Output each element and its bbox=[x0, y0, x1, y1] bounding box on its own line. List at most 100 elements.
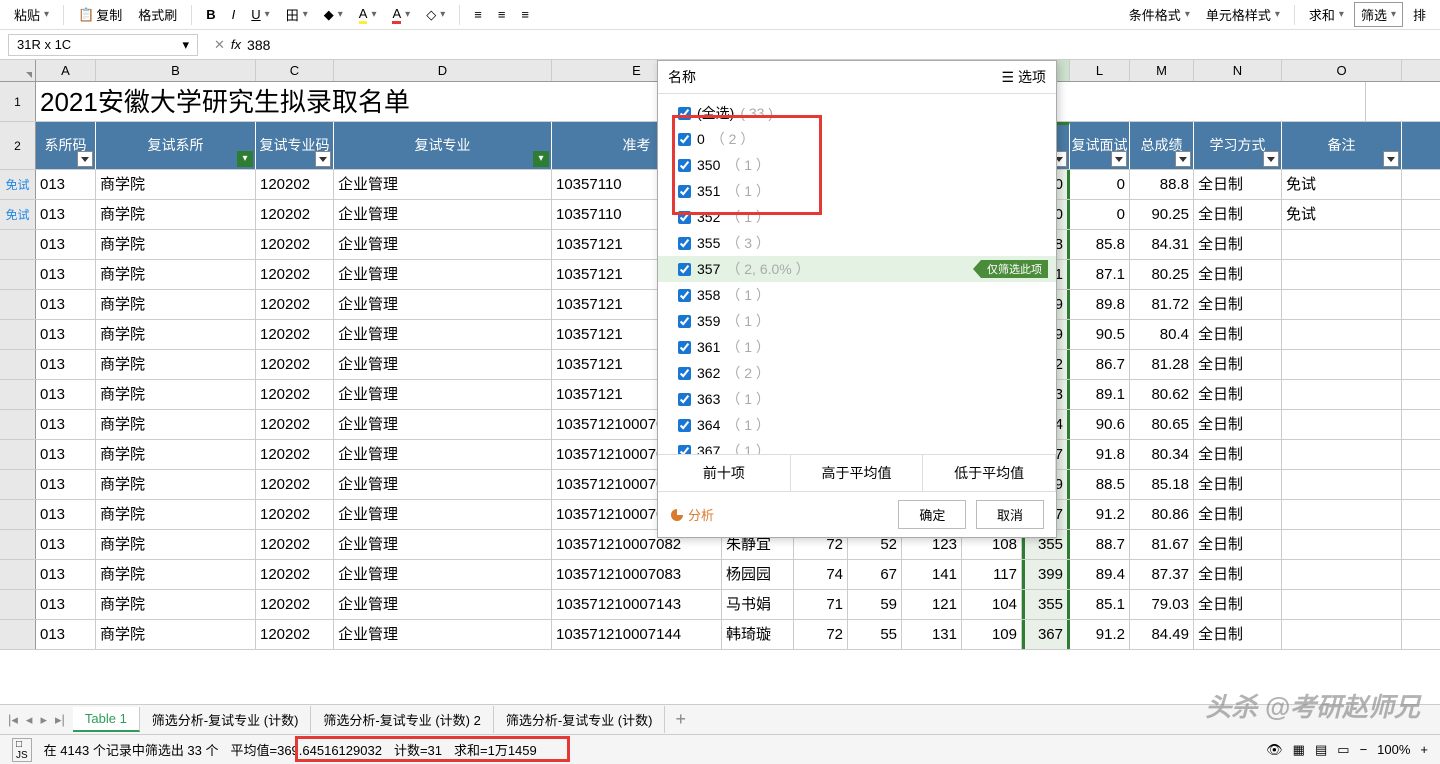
cell[interactable]: 0 bbox=[1070, 170, 1130, 199]
col-header[interactable]: A bbox=[36, 60, 96, 81]
cell[interactable]: 企业管理 bbox=[334, 350, 552, 379]
zoom-out-icon[interactable]: − bbox=[1360, 742, 1368, 757]
filter-item[interactable]: 359（ 1 ） bbox=[658, 308, 1056, 334]
cell[interactable] bbox=[1282, 470, 1402, 499]
cell[interactable]: 89.4 bbox=[1070, 560, 1130, 589]
cell[interactable]: 120202 bbox=[256, 200, 334, 229]
first-sheet-icon[interactable]: |◂ bbox=[8, 712, 18, 728]
cell[interactable] bbox=[1282, 440, 1402, 469]
cell[interactable]: 企业管理 bbox=[334, 500, 552, 529]
row-number[interactable] bbox=[0, 440, 36, 469]
cell[interactable]: 013 bbox=[36, 380, 96, 409]
filter-options-button[interactable]: ☰ 选项 bbox=[1002, 67, 1046, 87]
cell[interactable]: 120202 bbox=[256, 560, 334, 589]
cell[interactable]: 全日制 bbox=[1194, 380, 1282, 409]
cell[interactable]: 韩琦璇 bbox=[722, 620, 794, 649]
checkbox[interactable] bbox=[678, 185, 691, 198]
cell[interactable]: 企业管理 bbox=[334, 200, 552, 229]
cell[interactable]: 79.03 bbox=[1130, 590, 1194, 619]
cell[interactable] bbox=[1282, 590, 1402, 619]
filter-item[interactable]: 367（ 1 ） bbox=[658, 438, 1056, 454]
cell[interactable]: 013 bbox=[36, 350, 96, 379]
align-center-button[interactable]: ≡ bbox=[492, 5, 512, 24]
cell[interactable]: 013 bbox=[36, 560, 96, 589]
cell[interactable]: 120202 bbox=[256, 530, 334, 559]
ok-button[interactable]: 确定 bbox=[898, 500, 966, 529]
cell[interactable]: 全日制 bbox=[1194, 170, 1282, 199]
cell[interactable]: 87.1 bbox=[1070, 260, 1130, 289]
row-number[interactable] bbox=[0, 620, 36, 649]
cell[interactable]: 商学院 bbox=[96, 440, 256, 469]
cell[interactable]: 355 bbox=[1022, 590, 1070, 619]
col-header[interactable]: L bbox=[1070, 60, 1130, 81]
cell[interactable]: 104 bbox=[962, 590, 1022, 619]
last-sheet-icon[interactable]: ▸| bbox=[55, 712, 65, 728]
cell[interactable]: 80.86 bbox=[1130, 500, 1194, 529]
sheet-tab[interactable]: Table 1 bbox=[73, 707, 140, 732]
prev-sheet-icon[interactable]: ◂ bbox=[26, 712, 33, 728]
cell[interactable]: 131 bbox=[902, 620, 962, 649]
cell[interactable] bbox=[1282, 410, 1402, 439]
row-number[interactable] bbox=[0, 470, 36, 499]
cond-format-button[interactable]: 条件格式▾ bbox=[1123, 3, 1196, 26]
cell[interactable]: 商学院 bbox=[96, 620, 256, 649]
cell[interactable]: 商学院 bbox=[96, 500, 256, 529]
italic-button[interactable]: I bbox=[226, 5, 242, 24]
cell[interactable]: 013 bbox=[36, 290, 96, 319]
filter-item[interactable]: 357（ 2, 6.0% ）仅筛选此项 bbox=[658, 256, 1056, 282]
cell[interactable]: 013 bbox=[36, 440, 96, 469]
header-cell[interactable]: 复试专业 bbox=[334, 122, 552, 169]
row-number[interactable] bbox=[0, 290, 36, 319]
cell[interactable]: 120202 bbox=[256, 380, 334, 409]
cancel-formula-icon[interactable]: ✕ bbox=[214, 37, 225, 53]
header-cell[interactable]: 总成绩 bbox=[1130, 122, 1194, 169]
clear-format-button[interactable]: ◇▾ bbox=[420, 5, 451, 25]
cell[interactable]: 120202 bbox=[256, 470, 334, 499]
cell[interactable]: 全日制 bbox=[1194, 230, 1282, 259]
filter-icon[interactable] bbox=[533, 151, 549, 167]
checkbox[interactable] bbox=[678, 133, 691, 146]
cell[interactable]: 013 bbox=[36, 620, 96, 649]
cell[interactable]: 商学院 bbox=[96, 530, 256, 559]
cell[interactable]: 商学院 bbox=[96, 350, 256, 379]
cell[interactable]: 全日制 bbox=[1194, 200, 1282, 229]
grid-view-icon[interactable]: ▦ bbox=[1293, 742, 1305, 758]
cell[interactable] bbox=[1282, 530, 1402, 559]
cell[interactable]: 全日制 bbox=[1194, 620, 1282, 649]
cell[interactable]: 全日制 bbox=[1194, 470, 1282, 499]
name-box[interactable]: 31R x 1C▾ bbox=[8, 34, 198, 56]
cell[interactable]: 免试 bbox=[1282, 170, 1402, 199]
cell[interactable]: 120202 bbox=[256, 440, 334, 469]
cell[interactable]: 商学院 bbox=[96, 170, 256, 199]
cell[interactable]: 013 bbox=[36, 230, 96, 259]
format-painter-button[interactable]: 格式刷 bbox=[132, 3, 183, 26]
col-header[interactable]: B bbox=[96, 60, 256, 81]
row-number[interactable]: 免试 bbox=[0, 170, 36, 199]
filter-item-list[interactable]: (全选)( 33 ) 0（ 2 ）350（ 1 ）351（ 1 ）352（ 1 … bbox=[658, 94, 1056, 454]
filter-icon[interactable] bbox=[1383, 151, 1399, 167]
cell[interactable]: 59 bbox=[848, 590, 902, 619]
row-number[interactable] bbox=[0, 410, 36, 439]
checkbox[interactable] bbox=[678, 289, 691, 302]
cell[interactable]: 全日制 bbox=[1194, 260, 1282, 289]
cell[interactable]: 企业管理 bbox=[334, 290, 552, 319]
cell[interactable]: 商学院 bbox=[96, 230, 256, 259]
filter-item[interactable]: 362（ 2 ） bbox=[658, 360, 1056, 386]
filter-icon[interactable] bbox=[1111, 151, 1127, 167]
checkbox[interactable] bbox=[678, 419, 691, 432]
next-sheet-icon[interactable]: ▸ bbox=[40, 712, 47, 728]
cell[interactable]: 91.8 bbox=[1070, 440, 1130, 469]
cancel-button[interactable]: 取消 bbox=[976, 500, 1044, 529]
below-avg-button[interactable]: 低于平均值 bbox=[923, 455, 1056, 491]
zoom-in-icon[interactable]: + bbox=[1420, 742, 1428, 757]
cell[interactable]: 全日制 bbox=[1194, 290, 1282, 319]
paste-button[interactable]: 粘贴▾ bbox=[8, 3, 55, 26]
header-cell[interactable]: 复试专业码 bbox=[256, 122, 334, 169]
only-this-badge[interactable]: 仅筛选此项 bbox=[981, 260, 1048, 278]
cell[interactable]: 商学院 bbox=[96, 200, 256, 229]
cell[interactable]: 013 bbox=[36, 410, 96, 439]
checkbox[interactable] bbox=[678, 237, 691, 250]
cell[interactable]: 全日制 bbox=[1194, 320, 1282, 349]
cell[interactable]: 企业管理 bbox=[334, 440, 552, 469]
cell[interactable]: 84.31 bbox=[1130, 230, 1194, 259]
